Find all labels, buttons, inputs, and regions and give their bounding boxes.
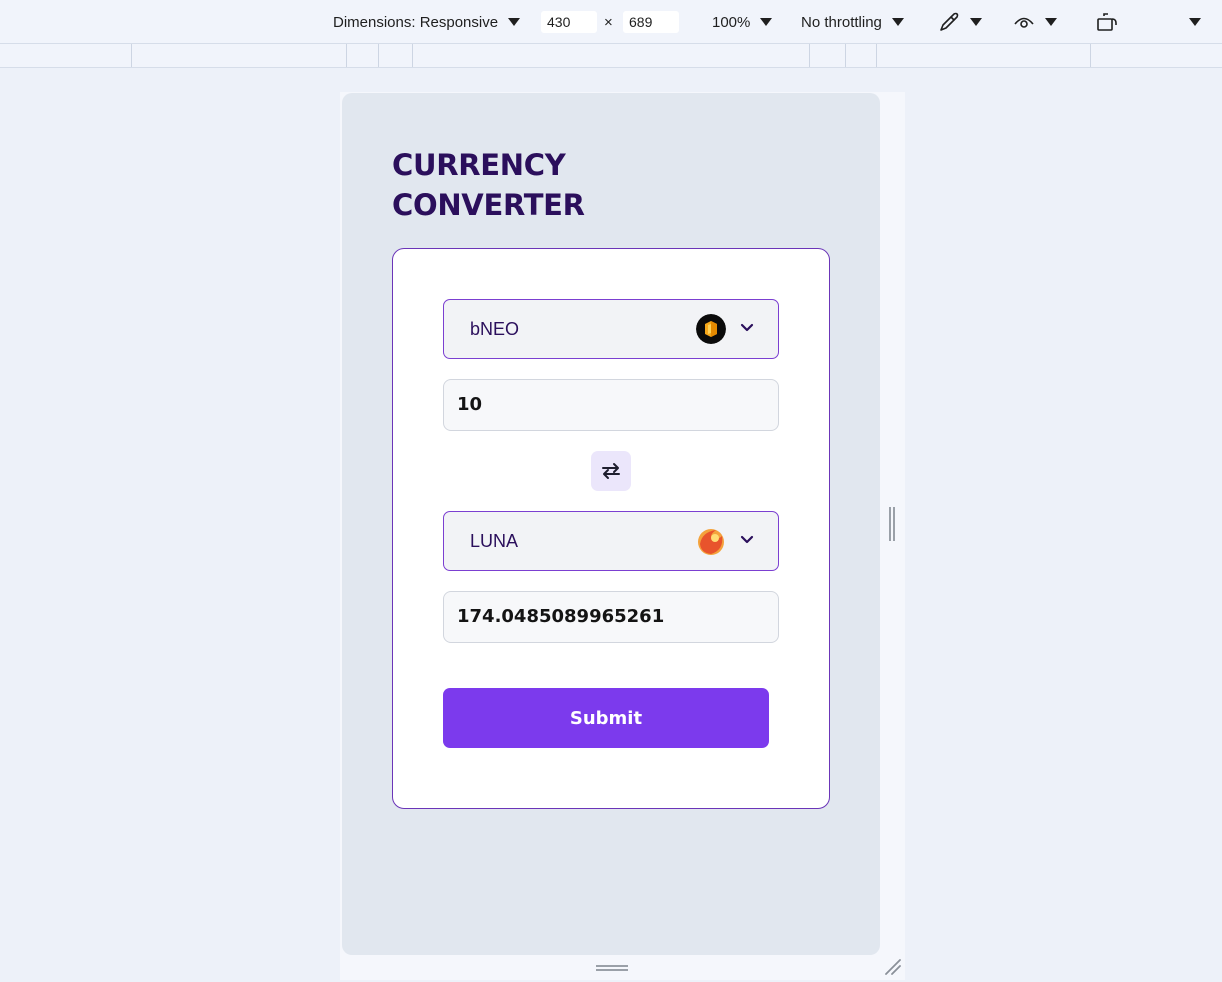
times-sign: ×: [604, 13, 613, 31]
chevron-down-icon: [1045, 18, 1057, 26]
throttling-label: No throttling: [801, 13, 882, 31]
submit-button[interactable]: Submit: [443, 688, 769, 748]
chevron-down-icon: [760, 18, 773, 26]
chevron-down-icon: [1189, 18, 1201, 26]
from-currency-label: bNEO: [470, 319, 520, 339]
resize-corner-icon[interactable]: [884, 958, 902, 976]
converter-card: bNEO 10 LUNA 174.0485089965261 Submit: [392, 248, 830, 809]
rotate-device-icon: [1097, 13, 1117, 31]
chevron-down-icon: [740, 535, 754, 544]
title-line-2: CONVERTER: [392, 188, 585, 222]
to-currency-select[interactable]: LUNA: [443, 511, 779, 571]
luna-coin-icon: [698, 529, 724, 555]
chevron-down-icon: [740, 323, 754, 332]
from-amount-input[interactable]: 10: [443, 379, 779, 431]
height-input[interactable]: 689: [623, 11, 679, 33]
swap-arrows-icon: [602, 463, 620, 479]
chevron-down-icon: [508, 18, 521, 26]
chevron-down-icon: [970, 18, 982, 26]
devtools-toolbar: Dimensions: Responsive 430 × 689 100% No…: [0, 0, 1222, 44]
media-query-ruler: [0, 44, 1222, 68]
from-currency-select[interactable]: bNEO: [443, 299, 779, 359]
chevron-down-icon: [891, 18, 904, 26]
eyedropper-button[interactable]: [938, 0, 982, 44]
more-options-button[interactable]: [1183, 0, 1201, 44]
zoom-label: 100%: [712, 13, 751, 31]
to-amount-input[interactable]: 174.0485089965261: [443, 591, 779, 643]
dimensions-label: Dimensions: Responsive: [333, 13, 499, 31]
throttling-dropdown[interactable]: No throttling: [801, 0, 904, 44]
width-input[interactable]: 430: [541, 11, 597, 33]
title-line-1: CURRENCY: [392, 148, 566, 182]
eyedropper-icon: [940, 12, 959, 31]
resize-handle-bottom[interactable]: [596, 964, 628, 972]
swap-button[interactable]: [591, 451, 631, 491]
rotate-button[interactable]: [1096, 0, 1118, 44]
zoom-dropdown[interactable]: 100%: [712, 0, 773, 44]
page-title: CURRENCY CONVERTER: [392, 145, 652, 225]
resize-handle-right[interactable]: [888, 507, 896, 541]
to-currency-label: LUNA: [470, 531, 519, 551]
eye-icon: [1014, 17, 1034, 28]
dimensions-dropdown[interactable]: Dimensions: Responsive: [333, 0, 521, 44]
vision-button[interactable]: [1013, 0, 1057, 44]
device-viewport: CURRENCY CONVERTER bNEO 10 LUNA 174.0485…: [342, 93, 880, 955]
bneo-coin-icon: [696, 314, 726, 344]
